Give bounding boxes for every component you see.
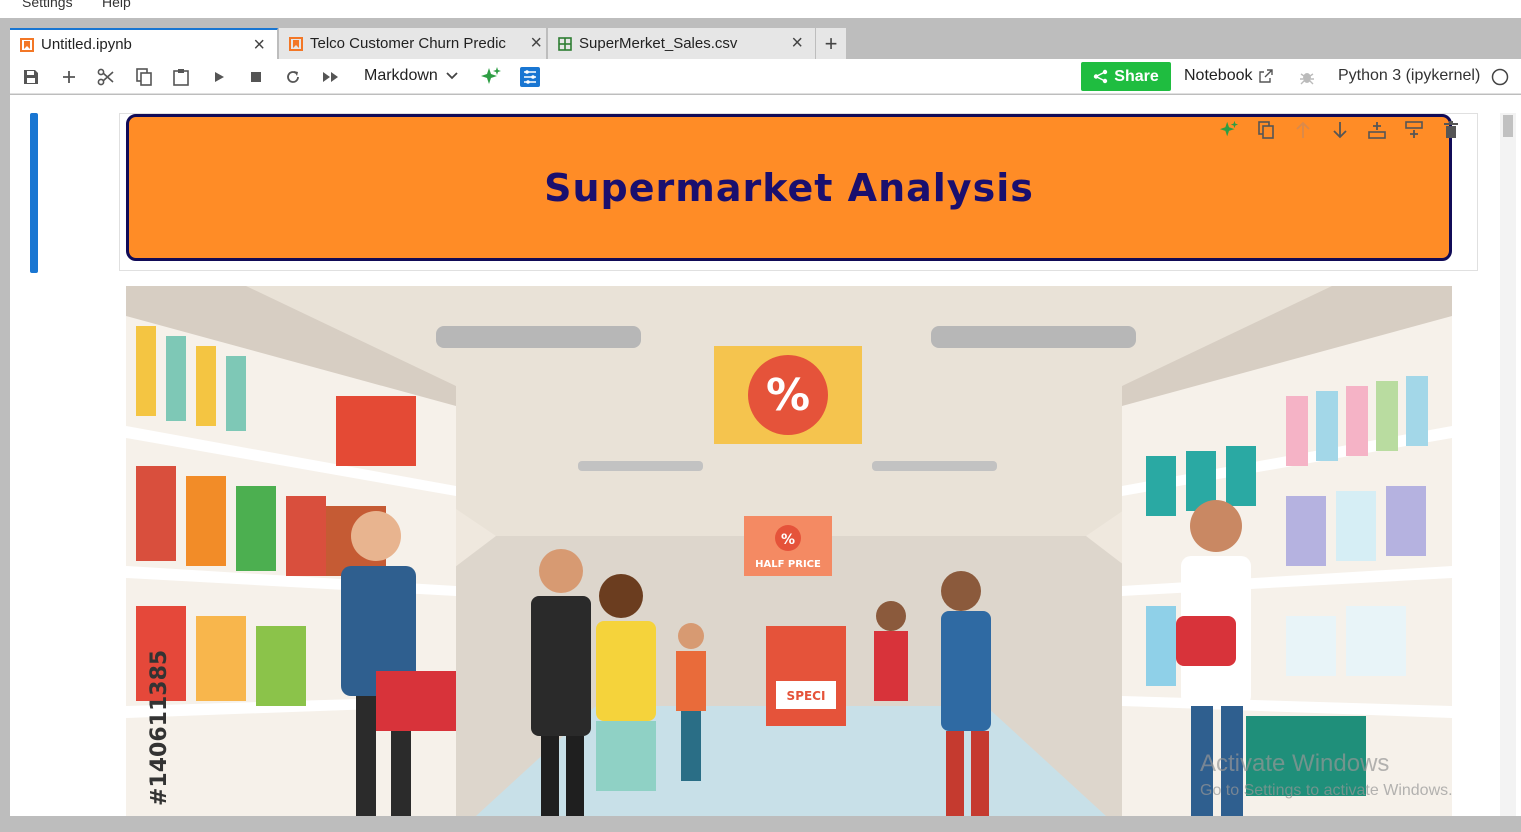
supermarket-image: % % HALF PRICE SPECI #140611385 (126, 286, 1452, 816)
stop-icon[interactable] (245, 66, 267, 88)
kernel-status-icon (1489, 66, 1511, 88)
delete-icon[interactable] (1440, 119, 1462, 141)
notebook-toolbar: Markdown Share Notebook Python 3 (ipyker… (10, 59, 1521, 94)
tab-label: Untitled.ipynb (41, 36, 132, 53)
svg-text:%: % (766, 370, 810, 421)
ai-sparkle-icon[interactable] (1218, 119, 1240, 141)
paste-icon[interactable] (170, 66, 192, 88)
active-cell-indicator[interactable] (30, 113, 38, 273)
tab-csv[interactable]: SuperMerket_Sales.csv × (548, 28, 816, 59)
kernel-name[interactable]: Python 3 (ipykernel) (1338, 67, 1480, 85)
windows-activation-watermark: Activate Windows Go to Settings to activ… (1200, 750, 1453, 800)
app-frame: Untitled.ipynb × Telco Customer Churn Pr… (0, 18, 1521, 832)
tab-label: Telco Customer Churn Predic (310, 35, 506, 52)
external-link-icon (1258, 69, 1273, 83)
insert-above-icon[interactable] (1366, 119, 1388, 141)
property-inspector-icon[interactable] (519, 66, 541, 88)
tab-label: SuperMerket_Sales.csv (579, 35, 738, 52)
half-price-text: HALF PRICE (755, 559, 821, 570)
half-price-sign: % HALF PRICE (744, 516, 832, 576)
add-icon[interactable] (58, 66, 80, 88)
share-icon (1094, 69, 1108, 84)
notebook-icon (20, 37, 34, 52)
chevron-down-icon (446, 72, 458, 80)
tab-untitled[interactable]: Untitled.ipynb × (10, 28, 278, 59)
run-icon[interactable] (208, 66, 230, 88)
menu-settings[interactable]: Settings (22, 0, 73, 10)
percent-sign-large: % (714, 346, 862, 444)
svg-text:%: % (781, 532, 795, 548)
cell-toolbar (1218, 119, 1462, 141)
move-up-icon[interactable] (1292, 119, 1314, 141)
scroll-thumb[interactable] (1503, 115, 1513, 137)
close-icon[interactable]: × (530, 32, 542, 55)
copy-icon[interactable] (133, 66, 155, 88)
watermark-line2: Go to Settings to activate Windows. (1200, 782, 1453, 799)
notebook-label: Notebook (1184, 67, 1253, 84)
close-icon[interactable]: × (791, 32, 803, 55)
cell-type-select[interactable]: Markdown (364, 67, 458, 85)
supermarket-illustration: % % HALF PRICE SPECI #140611385 (126, 286, 1452, 816)
restart-icon[interactable] (282, 66, 304, 88)
stock-id: #140611385 (147, 650, 172, 806)
notebook-panel: Supermarket Analysis % % HALF PRICE SPEC… (10, 95, 1521, 816)
cut-icon[interactable] (95, 66, 117, 88)
notebook-icon (289, 36, 303, 51)
vertical-scrollbar[interactable] (1500, 113, 1516, 816)
ai-sparkle-icon[interactable] (480, 66, 502, 88)
debugger-icon[interactable] (1296, 66, 1318, 88)
spreadsheet-icon (558, 36, 572, 51)
cell-type-value: Markdown (364, 67, 438, 84)
menu-help[interactable]: Help (102, 0, 131, 10)
menu-bar: Settings Help (0, 0, 1521, 18)
save-icon[interactable] (20, 66, 42, 88)
run-all-icon[interactable] (320, 66, 342, 88)
open-notebook-link[interactable]: Notebook (1184, 67, 1273, 85)
tab-bar: Untitled.ipynb × Telco Customer Churn Pr… (10, 28, 1521, 59)
tab-telco[interactable]: Telco Customer Churn Predic × (279, 28, 547, 59)
special-offer-stand: SPECI (766, 626, 846, 726)
share-button[interactable]: Share (1081, 62, 1171, 91)
special-offer-text: SPECI (787, 689, 826, 703)
insert-below-icon[interactable] (1403, 119, 1425, 141)
banner-title: Supermarket Analysis (544, 165, 1034, 210)
new-tab-button[interactable]: + (816, 28, 846, 59)
move-down-icon[interactable] (1329, 119, 1351, 141)
close-icon[interactable]: × (253, 34, 265, 57)
share-label: Share (1114, 67, 1159, 85)
watermark-line1: Activate Windows (1200, 750, 1390, 777)
status-bar (0, 816, 1521, 832)
duplicate-icon[interactable] (1255, 119, 1277, 141)
